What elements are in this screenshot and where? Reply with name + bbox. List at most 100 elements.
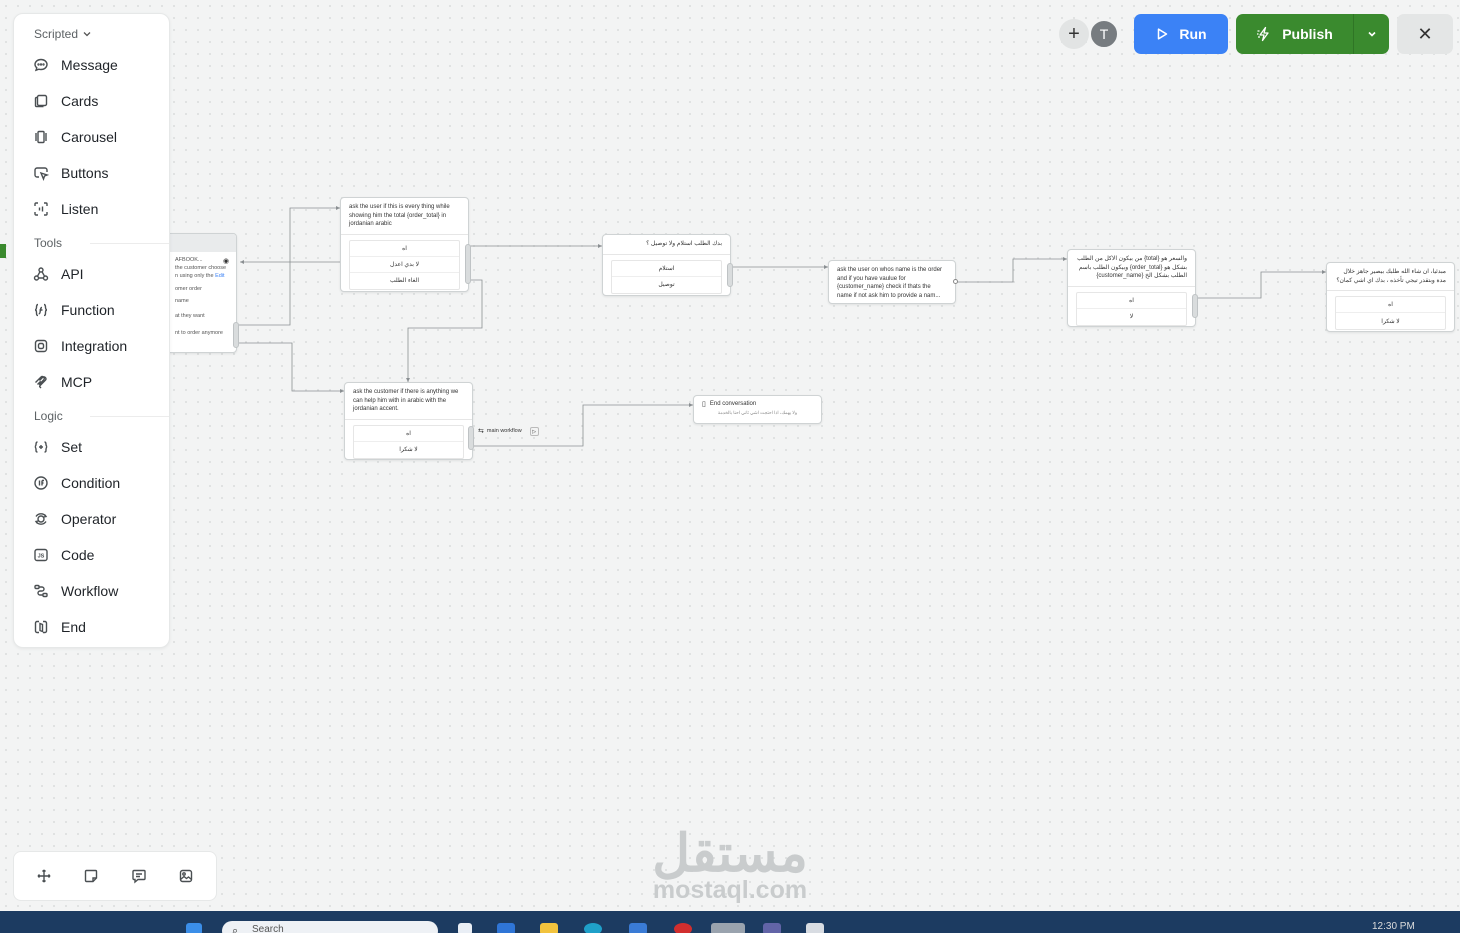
sidebar-item-integration[interactable]: Integration	[32, 335, 127, 357]
edge-icon[interactable]	[584, 923, 602, 933]
node-handle[interactable]	[233, 322, 239, 348]
option-button[interactable]: توصيل	[612, 277, 721, 293]
edit-link[interactable]: Edit	[215, 273, 224, 279]
option-button[interactable]: لا شكرا	[1336, 313, 1445, 329]
operator-icon	[32, 510, 50, 528]
option-button[interactable]: استلام	[612, 261, 721, 277]
node-port[interactable]	[953, 279, 958, 284]
sidebar-item-api[interactable]: API	[32, 263, 84, 285]
sidebar-item-operator[interactable]: Operator	[32, 508, 116, 530]
sidebar-item-function[interactable]: Function	[32, 299, 115, 321]
unity-icon[interactable]	[806, 923, 824, 933]
sidebar-item-code[interactable]: JS Code	[32, 544, 94, 566]
node-pickup-delivery[interactable]: بدك الطلب استلام ولا توصيل ؟ استلام توصي…	[602, 234, 731, 296]
node-confirm-order[interactable]: ask the user if this is every thing whil…	[340, 197, 469, 292]
sidebar-item-condition[interactable]: Condition	[32, 472, 120, 494]
image-button[interactable]	[172, 862, 200, 890]
sidebar-item-label: Carousel	[61, 129, 118, 145]
option-button[interactable]: اه	[350, 241, 459, 257]
folder-icon[interactable]	[540, 923, 558, 933]
node-help[interactable]: ask the customer if there is anything we…	[344, 382, 473, 460]
condition-icon	[32, 474, 50, 492]
opera-icon[interactable]	[674, 923, 692, 933]
close-button[interactable]: ✕	[1397, 14, 1453, 54]
node-order-ready[interactable]: مبدئيا، ان شاء الله طلبك بيصير جاهز خلال…	[1326, 262, 1455, 332]
option-button[interactable]: لا شكرا	[354, 442, 463, 458]
close-icon: ✕	[1417, 23, 1433, 44]
connection-edges	[237, 206, 1326, 447]
sidebar-item-label: MCP	[61, 374, 93, 390]
sidebar-item-buttons[interactable]: Buttons	[32, 162, 108, 184]
node-options: اه لا	[1076, 291, 1187, 326]
node-order-summary[interactable]: والسعر هو {total} من بيكون الاكل من الطل…	[1067, 249, 1196, 327]
cards-icon	[32, 92, 50, 110]
logic-label: Logic	[34, 409, 63, 423]
node-handle[interactable]	[465, 244, 471, 284]
node-customer-name[interactable]: ask the user on whos name is the order a…	[828, 260, 956, 304]
node-handle[interactable]	[1192, 294, 1198, 318]
integration-icon	[32, 337, 50, 355]
option-button[interactable]: اه	[354, 426, 463, 442]
sidebar-item-set[interactable]: Set	[32, 436, 82, 458]
browser-icon[interactable]	[711, 923, 745, 933]
option-button[interactable]: اه	[1077, 293, 1186, 309]
sidebar-item-label: Message	[61, 57, 118, 73]
sidebar-item-workflow[interactable]: Workflow	[32, 580, 118, 602]
node-palette-sidebar: Scripted Message Cards Carousel Buttons …	[13, 13, 170, 648]
partial-node-line: nt to order anymore	[175, 330, 223, 336]
node-handle[interactable]	[468, 426, 474, 450]
sticky-note-button[interactable]	[77, 862, 105, 890]
store-icon[interactable]	[497, 923, 515, 933]
node-end-conversation[interactable]: ▯ End conversation ولا يهمك، اذا احتجت ا…	[693, 395, 822, 424]
app-icon[interactable]	[629, 923, 647, 933]
set-icon	[32, 438, 50, 456]
partial-node-line: the customer choose	[175, 265, 227, 271]
watermark-arabic: مستقل	[652, 825, 808, 883]
eye-icon[interactable]: ◉	[223, 257, 229, 265]
api-icon	[32, 265, 50, 283]
node-options: اه لا شكرا	[353, 424, 464, 459]
sidebar-item-label: Workflow	[61, 583, 119, 599]
sidebar-item-end[interactable]: End	[32, 616, 86, 638]
watermark-logo: مستقل mostaql.com	[640, 826, 820, 905]
sidebar-item-cards[interactable]: Cards	[32, 90, 98, 112]
end-node-subtitle: ولا يهمك، اذا احتجت اشي ثاني احنا بالخدم…	[717, 410, 798, 415]
comment-button[interactable]	[125, 862, 153, 890]
run-button[interactable]: Run	[1134, 14, 1228, 54]
node-prompt: ask the customer if there is anything we…	[345, 383, 472, 420]
canvas-toolbar	[13, 851, 217, 901]
sidebar-item-label: Listen	[61, 201, 99, 217]
partial-node-line: omer order	[175, 286, 202, 292]
listen-icon	[32, 200, 50, 218]
teams-icon[interactable]	[763, 923, 781, 933]
comment-icon	[132, 869, 146, 884]
workflow-chip[interactable]: ⇆ main workflow ▷	[478, 425, 539, 437]
sidebar-item-carousel[interactable]: Carousel	[32, 126, 117, 148]
publish-button[interactable]: Publish	[1236, 14, 1353, 54]
node-handle[interactable]	[727, 263, 733, 287]
chip-arrow-icon[interactable]: ▷	[529, 426, 539, 436]
scripted-dropdown[interactable]: Scripted	[34, 27, 92, 41]
carousel-icon	[32, 128, 50, 146]
move-tool-button[interactable]	[30, 862, 58, 890]
sidebar-item-mcp[interactable]: MCP	[32, 371, 92, 393]
buttons-icon	[32, 164, 50, 182]
publish-options-dropdown[interactable]	[1353, 14, 1389, 54]
avatar[interactable]: T	[1089, 19, 1119, 49]
sidebar-item-label: Integration	[61, 338, 128, 354]
start-icon[interactable]	[186, 923, 202, 933]
taskbar-search-input[interactable]: ⌕ Search	[222, 921, 438, 933]
partial-node-line: name	[175, 298, 189, 304]
divider	[90, 243, 169, 244]
add-collaborator-button[interactable]: +	[1059, 19, 1089, 49]
option-button[interactable]: لا بدي اعدل	[350, 257, 459, 273]
option-button[interactable]: الغاء الطلب	[350, 273, 459, 289]
offscreen-node-marker	[0, 244, 6, 258]
file-icon[interactable]	[458, 923, 472, 933]
option-button[interactable]: اه	[1336, 297, 1445, 313]
partial-node-line: n using only the Edit	[175, 273, 225, 279]
sidebar-item-listen[interactable]: Listen	[32, 198, 98, 220]
sidebar-item-message[interactable]: Message	[32, 54, 118, 76]
option-button[interactable]: لا	[1077, 309, 1186, 325]
divider	[90, 416, 169, 417]
